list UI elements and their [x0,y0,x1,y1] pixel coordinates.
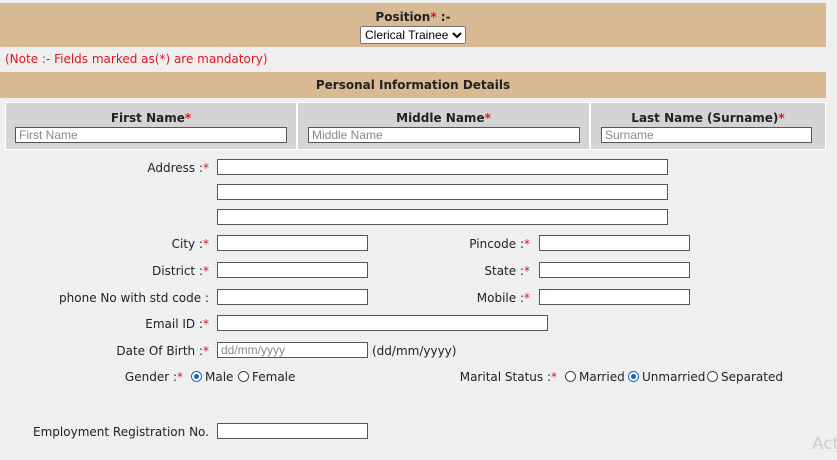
state-input[interactable] [539,262,690,278]
email-label: Email ID :* [145,317,209,331]
middle-name-label: Middle Name* [396,111,491,125]
employment-registration-label: Employment Registration No. [33,425,209,439]
dob-input[interactable] [217,342,368,358]
position-label: Position* :- [375,10,451,24]
first-name-column: First Name* [5,102,297,150]
mandatory-note: (Note :- Fields marked as(*) are mandato… [5,52,268,66]
state-label: State :* [484,264,530,278]
district-label: District :* [152,264,209,278]
email-input[interactable] [217,315,548,331]
middle-name-input[interactable] [308,127,580,143]
marital-married-label: Married [579,370,625,384]
gender-female-radio[interactable] [238,371,249,382]
middle-name-column: Middle Name* [297,102,590,150]
district-input[interactable] [217,262,368,278]
address-label: Address :* [147,161,209,175]
marital-unmarried-radio[interactable] [628,371,639,382]
section-title: Personal Information Details [315,78,511,92]
address-line-2[interactable] [217,184,668,200]
address-line-3[interactable] [217,209,668,225]
activation-watermark: Act [812,434,837,454]
phone-input[interactable] [217,289,368,305]
employment-registration-input[interactable] [217,423,368,439]
marital-unmarried-label: Unmarried [642,370,706,384]
gender-male-label: Male [205,370,234,384]
first-name-label: First Name* [110,111,192,125]
first-name-input[interactable] [15,127,287,143]
last-name-label: Last Name (Surname)* [631,111,785,125]
dob-format-hint: (dd/mm/yyyy) [372,344,457,358]
position-bar: Position* :- Clerical Trainee [0,3,826,47]
last-name-column: Last Name (Surname)* [590,102,826,150]
gender-female-label: Female [252,370,296,384]
section-header: Personal Information Details [0,72,826,98]
phone-label: phone No with std code : [59,291,209,305]
pincode-input[interactable] [539,235,690,251]
gender-label: Gender :* [124,370,183,384]
address-line-1[interactable] [217,159,668,175]
city-input[interactable] [217,235,368,251]
gender-male-radio[interactable] [191,371,202,382]
mobile-input[interactable] [539,289,690,305]
city-label: City :* [171,237,209,251]
marital-separated-radio[interactable] [707,371,718,382]
marital-separated-label: Separated [721,370,783,384]
position-select[interactable]: Clerical Trainee [360,26,466,44]
last-name-input[interactable] [601,127,812,143]
pincode-label: Pincode :* [469,237,530,251]
marital-married-radio[interactable] [565,371,576,382]
marital-status-label: Marital Status :* [459,370,557,384]
mobile-label: Mobile :* [476,291,530,305]
dob-label: Date Of Birth :* [116,344,209,358]
